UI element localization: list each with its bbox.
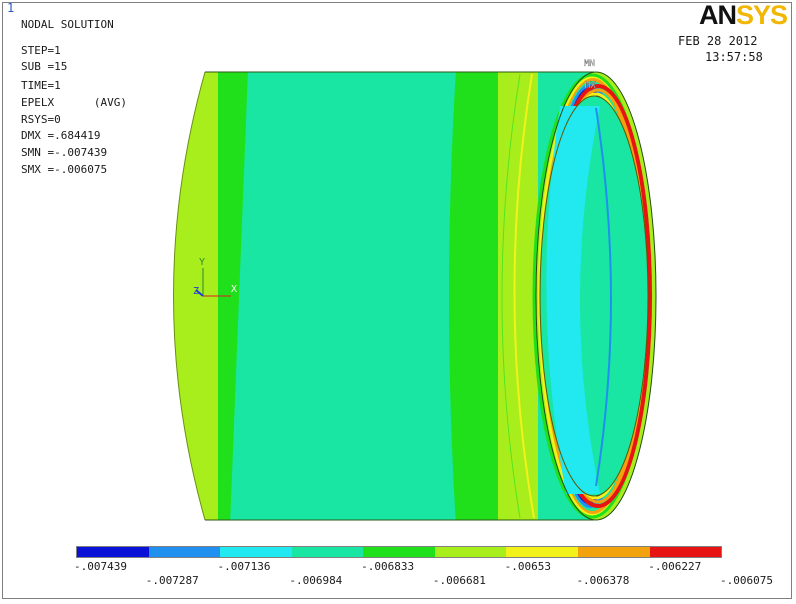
legend-segment <box>434 547 507 557</box>
legend-segment <box>148 547 221 557</box>
cylinder-body <box>173 72 594 520</box>
legend-tick-label: -.006984 <box>289 574 343 587</box>
contour-legend-bar <box>76 546 722 558</box>
legend-segment <box>220 547 292 557</box>
triad-y-label: Y <box>199 257 205 268</box>
band-right-yellowgreen <box>498 72 538 520</box>
legend-tick-label: -.007287 <box>145 574 199 587</box>
max-marker: MX <box>585 81 596 91</box>
legend-tick-label: -.007136 <box>217 560 271 573</box>
legend-tick-label: -.006378 <box>576 574 630 587</box>
legend-tick-label: -.006833 <box>361 560 415 573</box>
legend-tick-label: -.006227 <box>648 560 702 573</box>
triad-z-label: Z <box>193 286 199 297</box>
legend-segment <box>363 547 435 557</box>
min-marker: MN <box>584 59 595 69</box>
open-end-rings <box>532 71 657 521</box>
triad-x-label: X <box>231 284 237 295</box>
legend-segment <box>649 547 722 557</box>
legend-segment <box>77 547 149 557</box>
legend-segment <box>291 547 364 557</box>
legend-tick-label: -.006075 <box>720 574 773 587</box>
legend-tick-label: -.006681 <box>432 574 486 587</box>
band-left-yellowgreen <box>173 72 218 520</box>
legend-segment <box>577 547 650 557</box>
band-right-green <box>449 72 500 520</box>
legend-tick-label: -.007439 <box>74 560 127 573</box>
legend-tick-label: -.00653 <box>504 560 552 573</box>
contour-plot-scene: Y Z X MN MX <box>173 59 657 521</box>
legend-segment <box>506 547 578 557</box>
